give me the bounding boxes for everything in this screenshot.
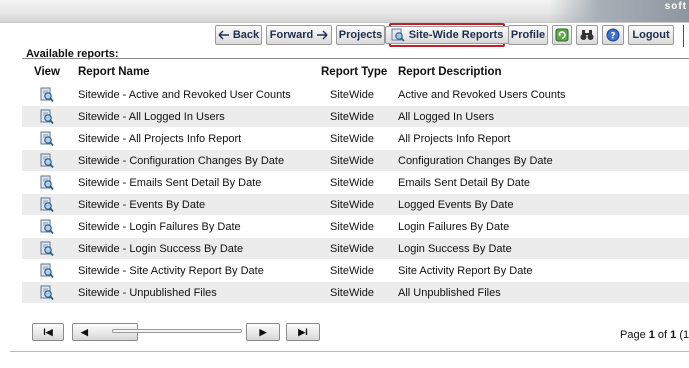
next-page-button[interactable]: ▶ xyxy=(246,323,280,341)
view-report-icon[interactable] xyxy=(40,153,54,172)
view-report-icon[interactable] xyxy=(40,87,54,106)
main-toolbar: Back Forward Projects Site-Wide Reports … xyxy=(0,23,689,47)
sitewide-reports-label: Site-Wide Reports xyxy=(408,29,504,41)
report-name: Sitewide - Emails Sent Detail By Date xyxy=(78,177,262,189)
report-type: SiteWide xyxy=(330,199,375,211)
view-report-icon[interactable] xyxy=(40,131,54,150)
bottom-divider xyxy=(10,351,689,352)
top-banner: soft xyxy=(0,0,689,22)
report-name: Sitewide - Unpublished Files xyxy=(78,287,217,299)
report-type: SiteWide xyxy=(330,243,375,255)
refresh-icon xyxy=(555,28,569,42)
report-description: All Projects Info Report xyxy=(398,133,511,145)
view-report-icon[interactable] xyxy=(40,197,54,216)
page-of: of xyxy=(654,329,671,341)
first-page-button[interactable]: I◀ xyxy=(32,323,64,341)
section-rule xyxy=(22,58,689,59)
table-row: Sitewide - Unpublished Files SiteWide All … xyxy=(22,282,689,304)
header-view: View xyxy=(34,66,60,78)
profile-button[interactable]: Profile xyxy=(508,25,548,45)
help-button[interactable]: ? xyxy=(602,25,624,45)
prev-label: ◀ xyxy=(81,326,88,337)
page-suffix: (10 xyxy=(679,329,689,341)
report-name: Sitewide - Configuration Changes By Date xyxy=(78,155,285,167)
report-name: Sitewide - Login Failures By Date xyxy=(78,221,241,233)
help-icon: ? xyxy=(606,28,620,42)
forward-button[interactable]: Forward xyxy=(266,25,332,45)
toolbar-divider xyxy=(683,25,684,47)
report-type: SiteWide xyxy=(330,133,375,145)
report-description: Login Success By Date xyxy=(398,243,512,255)
profile-label: Profile xyxy=(510,29,546,41)
page-slider[interactable] xyxy=(112,329,242,333)
page-prefix: Page xyxy=(620,329,649,341)
header-report-description: Report Description xyxy=(398,66,502,78)
page-indicator: Page 1 of 1 (10 xyxy=(620,329,689,341)
reports-table: Sitewide - Active and Revoked User Count… xyxy=(22,84,689,304)
report-magnifier-icon xyxy=(391,28,405,42)
view-report-icon[interactable] xyxy=(40,263,54,282)
report-description: All Logged In Users xyxy=(398,111,494,123)
table-row: Sitewide - Login Success By Date SiteWide… xyxy=(22,238,689,260)
report-name: Sitewide - Site Activity Report By Date xyxy=(78,265,264,277)
arrow-right-icon xyxy=(316,28,328,42)
banner-divider xyxy=(0,22,689,23)
report-type: SiteWide xyxy=(330,155,375,167)
table-row: Sitewide - All Logged In Users SiteWide Al… xyxy=(22,106,689,128)
view-report-icon[interactable] xyxy=(40,219,54,238)
report-name: Sitewide - Active and Revoked User Count… xyxy=(78,89,291,101)
table-row: Sitewide - Site Activity Report By Date S… xyxy=(22,260,689,282)
brand-logo: soft xyxy=(549,0,689,22)
table-row: Sitewide - Login Failures By Date SiteWid… xyxy=(22,216,689,238)
table-row: Sitewide - Emails Sent Detail By Date Sit… xyxy=(22,172,689,194)
refresh-button[interactable] xyxy=(552,25,572,45)
last-page-button[interactable]: ▶I xyxy=(286,323,320,341)
back-label: Back xyxy=(232,29,260,41)
logout-label: Logout xyxy=(632,29,670,41)
report-name: Sitewide - Events By Date xyxy=(78,199,206,211)
report-type: SiteWide xyxy=(330,287,375,299)
report-type: SiteWide xyxy=(330,221,375,233)
svg-text:?: ? xyxy=(610,32,615,42)
report-name: Sitewide - All Projects Info Report xyxy=(78,133,242,145)
view-report-icon[interactable] xyxy=(40,285,54,304)
report-description: Emails Sent Detail By Date xyxy=(398,177,531,189)
report-description: Login Failures By Date xyxy=(398,221,510,233)
search-button[interactable] xyxy=(576,25,598,45)
forward-label: Forward xyxy=(269,29,314,41)
header-report-name: Report Name xyxy=(78,66,150,78)
view-report-icon[interactable] xyxy=(40,241,54,260)
table-row: Sitewide - Active and Revoked User Count… xyxy=(22,84,689,106)
table-header: View Report Name Report Type Report Desc… xyxy=(22,62,689,84)
report-type: SiteWide xyxy=(330,177,375,189)
table-row: Sitewide - Configuration Changes By Date… xyxy=(22,150,689,172)
report-type: SiteWide xyxy=(330,265,375,277)
arrow-left-icon xyxy=(218,28,230,42)
report-description: All Unpublished Files xyxy=(398,287,501,299)
report-description: Configuration Changes By Date xyxy=(398,155,553,167)
report-type: SiteWide xyxy=(330,111,375,123)
report-name: Sitewide - All Logged In Users xyxy=(78,111,225,123)
report-name: Sitewide - Login Success By Date xyxy=(78,243,244,255)
header-report-type: Report Type xyxy=(321,66,388,78)
projects-button[interactable]: Projects xyxy=(336,25,385,45)
report-description: Active and Revoked Users Counts xyxy=(398,89,566,101)
sitewide-reports-button[interactable]: Site-Wide Reports xyxy=(384,23,510,47)
report-description: Logged Events By Date xyxy=(398,199,514,211)
view-report-icon[interactable] xyxy=(40,175,54,194)
logout-button[interactable]: Logout xyxy=(628,25,674,45)
back-button[interactable]: Back xyxy=(215,25,262,45)
projects-label: Projects xyxy=(338,29,383,41)
report-type: SiteWide xyxy=(330,89,375,101)
table-row: Sitewide - Events By Date SiteWide Logged … xyxy=(22,194,689,216)
table-row: Sitewide - All Projects Info Report SiteW… xyxy=(22,128,689,150)
view-report-icon[interactable] xyxy=(40,109,54,128)
binoculars-icon xyxy=(580,28,594,42)
report-description: Site Activity Report By Date xyxy=(398,265,533,277)
